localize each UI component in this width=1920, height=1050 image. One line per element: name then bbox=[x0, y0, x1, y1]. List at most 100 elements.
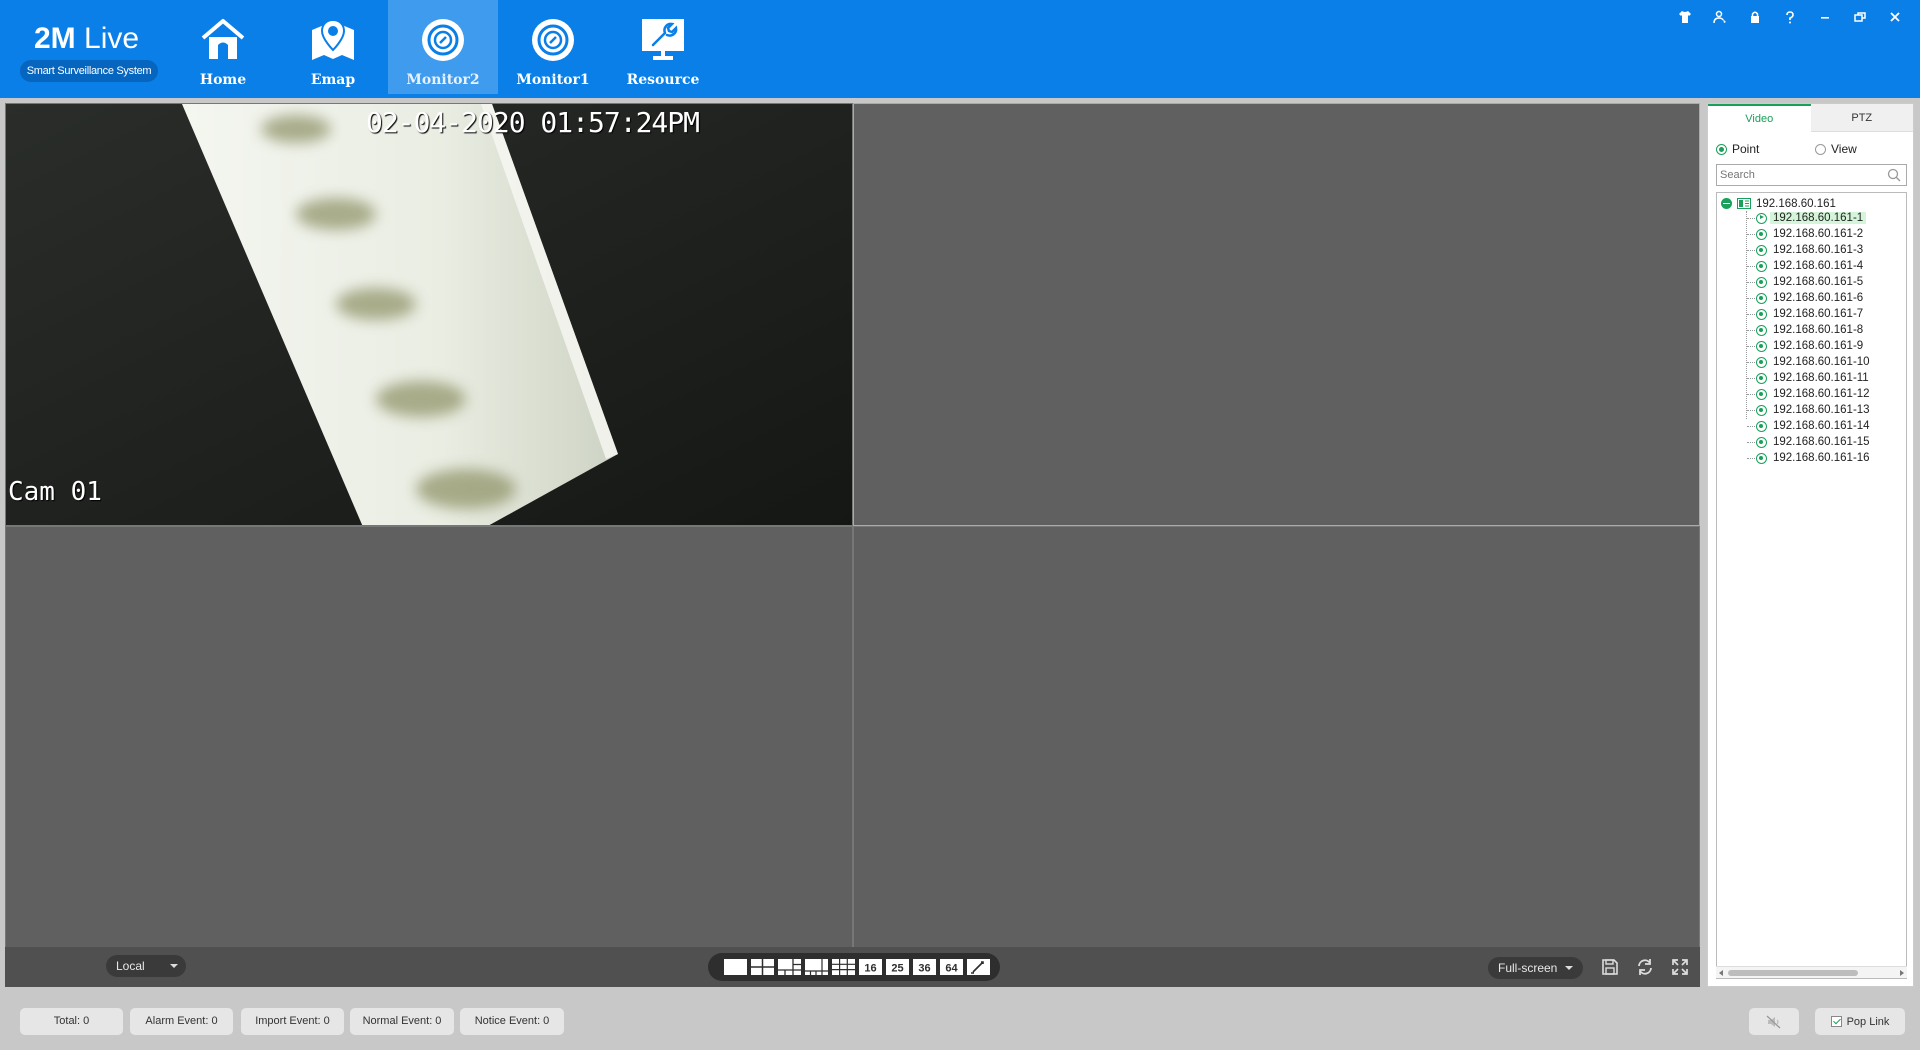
scrollbar-thumb[interactable] bbox=[1728, 970, 1858, 976]
layout-8-button[interactable] bbox=[804, 958, 829, 976]
restore-button[interactable] bbox=[1842, 6, 1877, 28]
total-event-button[interactable]: Total: 0 bbox=[20, 1008, 123, 1035]
layout-36-icon: 36 bbox=[913, 959, 936, 975]
layout-64-button[interactable]: 64 bbox=[939, 958, 964, 976]
checkbox-checked-icon[interactable] bbox=[1830, 1016, 1842, 1027]
collapse-icon[interactable] bbox=[1721, 198, 1732, 209]
video-cell-3[interactable] bbox=[5, 526, 853, 950]
nav-monitor2-label: Monitor2 bbox=[406, 72, 480, 88]
local-dropdown-label: Local bbox=[116, 959, 145, 973]
layout-6-icon bbox=[778, 959, 801, 975]
restore-icon bbox=[1853, 12, 1866, 22]
tree-item-channel-5[interactable]: 192.168.60.161-5 bbox=[1746, 274, 1906, 290]
channel-label: 192.168.60.161-2 bbox=[1773, 228, 1864, 240]
svg-text:36: 36 bbox=[918, 963, 930, 975]
horizontal-scrollbar[interactable] bbox=[1716, 966, 1907, 978]
layout-16-button[interactable]: 16 bbox=[858, 958, 883, 976]
tree-item-channel-10[interactable]: 192.168.60.161-10 bbox=[1746, 354, 1906, 370]
layout-36-button[interactable]: 36 bbox=[912, 958, 937, 976]
layout-4-button[interactable] bbox=[750, 958, 775, 976]
normal-event-button[interactable]: Normal Event: 0 bbox=[350, 1008, 454, 1035]
tree-item-channel-6[interactable]: 192.168.60.161-6 bbox=[1746, 290, 1906, 306]
tab-video[interactable]: Video bbox=[1708, 104, 1811, 132]
tree-item-channel-9[interactable]: 192.168.60.161-9 bbox=[1746, 338, 1906, 354]
channel-label: 192.168.60.161-15 bbox=[1773, 436, 1870, 448]
help-icon bbox=[1785, 11, 1794, 24]
nav-emap[interactable]: Emap bbox=[278, 0, 388, 94]
mute-button[interactable] bbox=[1749, 1008, 1799, 1035]
channel-label: 192.168.60.161-5 bbox=[1773, 276, 1864, 288]
layout-9-button[interactable] bbox=[831, 958, 856, 976]
tree-item-channel-11[interactable]: 192.168.60.161-11 bbox=[1746, 370, 1906, 386]
search-icon[interactable] bbox=[1887, 168, 1901, 182]
channel-label: 192.168.60.161-13 bbox=[1773, 404, 1870, 416]
tab-ptz[interactable]: PTZ bbox=[1810, 104, 1913, 132]
lock-button[interactable] bbox=[1737, 6, 1772, 28]
channel-label: 192.168.60.161-11 bbox=[1773, 372, 1869, 384]
tree-item-channel-14[interactable]: 192.168.60.161-14 bbox=[1746, 418, 1906, 434]
radio-view-label: View bbox=[1831, 142, 1857, 156]
tree-item-channel-7[interactable]: 192.168.60.161-7 bbox=[1746, 306, 1906, 322]
radio-point[interactable]: Point bbox=[1716, 142, 1759, 156]
tree-item-channel-1[interactable]: 192.168.60.161-1 bbox=[1746, 210, 1906, 226]
camera-icon bbox=[1756, 292, 1767, 304]
search-input[interactable] bbox=[1717, 165, 1877, 185]
tree-item-channel-15[interactable]: 192.168.60.161-15 bbox=[1746, 434, 1906, 450]
expand-icon bbox=[1672, 959, 1688, 975]
close-button[interactable] bbox=[1877, 6, 1912, 28]
layout-6-button[interactable] bbox=[777, 958, 802, 976]
tree-item-channel-8[interactable]: 192.168.60.161-8 bbox=[1746, 322, 1906, 338]
pop-link-toggle[interactable]: Pop Link bbox=[1815, 1008, 1905, 1035]
help-button[interactable] bbox=[1772, 6, 1807, 28]
nav-monitor1[interactable]: Monitor1 bbox=[498, 0, 608, 94]
tree-root-label: 192.168.60.161 bbox=[1756, 197, 1836, 210]
scroll-left-icon[interactable] bbox=[1719, 970, 1723, 976]
camera-icon bbox=[1756, 436, 1767, 448]
pop-link-label: Pop Link bbox=[1846, 1015, 1890, 1028]
device-panel: Video PTZ Point View 192.168.60.161 192.… bbox=[1707, 103, 1914, 987]
alarm-event-button[interactable]: Alarm Event: 0 bbox=[130, 1008, 233, 1035]
wrench-monitor-icon bbox=[642, 19, 684, 60]
radio-view[interactable]: View bbox=[1815, 142, 1857, 156]
tree-item-channel-13[interactable]: 192.168.60.161-13 bbox=[1746, 402, 1906, 418]
tree-item-channel-12[interactable]: 192.168.60.161-12 bbox=[1746, 386, 1906, 402]
import-event-button[interactable]: Import Event: 0 bbox=[241, 1008, 344, 1035]
save-view-button[interactable] bbox=[1600, 957, 1620, 977]
camera-feed: 02-04-2020 01:57:24PM Cam 01 bbox=[6, 104, 852, 525]
layout-25-button[interactable]: 25 bbox=[885, 958, 910, 976]
notice-event-button[interactable]: Notice Event: 0 bbox=[460, 1008, 564, 1035]
tree-item-channel-3[interactable]: 192.168.60.161-3 bbox=[1746, 242, 1906, 258]
video-cell-2[interactable] bbox=[853, 103, 1700, 526]
layout-1-button[interactable] bbox=[723, 958, 748, 976]
tree-item-channel-16[interactable]: 192.168.60.161-16 bbox=[1746, 450, 1906, 466]
tree-root-device[interactable]: 192.168.60.161 bbox=[1721, 196, 1836, 211]
nav-resource[interactable]: Resource bbox=[608, 0, 718, 94]
camera-icon bbox=[1756, 404, 1767, 416]
layout-4-icon bbox=[751, 959, 774, 975]
refresh-icon bbox=[1638, 959, 1652, 975]
close-icon bbox=[1889, 12, 1900, 22]
status-bar: Total: 0 Alarm Event: 0 Import Event: 0 … bbox=[0, 992, 1920, 1050]
tree-item-channel-2[interactable]: 192.168.60.161-2 bbox=[1746, 226, 1906, 242]
svg-text:64: 64 bbox=[945, 963, 958, 975]
camera-icon bbox=[1756, 372, 1767, 384]
switch-user-button[interactable] bbox=[1702, 6, 1737, 28]
nav-home-label: Home bbox=[199, 72, 247, 88]
scroll-right-icon[interactable] bbox=[1900, 970, 1904, 976]
camera-icon bbox=[1756, 260, 1767, 272]
video-cell-1[interactable]: 02-04-2020 01:57:24PM Cam 01 bbox=[5, 103, 853, 526]
nav-monitor2[interactable]: Monitor2 bbox=[388, 0, 498, 94]
app-subtitle: Smart Surveillance System bbox=[20, 60, 158, 82]
refresh-button[interactable] bbox=[1635, 957, 1655, 977]
local-dropdown[interactable]: Local bbox=[106, 955, 186, 977]
search-box bbox=[1716, 164, 1907, 186]
fullscreen-dropdown[interactable]: Full-screen bbox=[1488, 957, 1583, 979]
nav-home[interactable]: Home bbox=[168, 0, 278, 94]
skin-button[interactable] bbox=[1667, 6, 1702, 28]
layout-custom-button[interactable] bbox=[966, 958, 991, 976]
video-cell-4[interactable] bbox=[853, 526, 1700, 950]
minimize-button[interactable] bbox=[1807, 6, 1842, 28]
view-mode-radios: Point View bbox=[1716, 142, 1906, 158]
fullscreen-button[interactable] bbox=[1670, 957, 1690, 977]
tree-item-channel-4[interactable]: 192.168.60.161-4 bbox=[1746, 258, 1906, 274]
